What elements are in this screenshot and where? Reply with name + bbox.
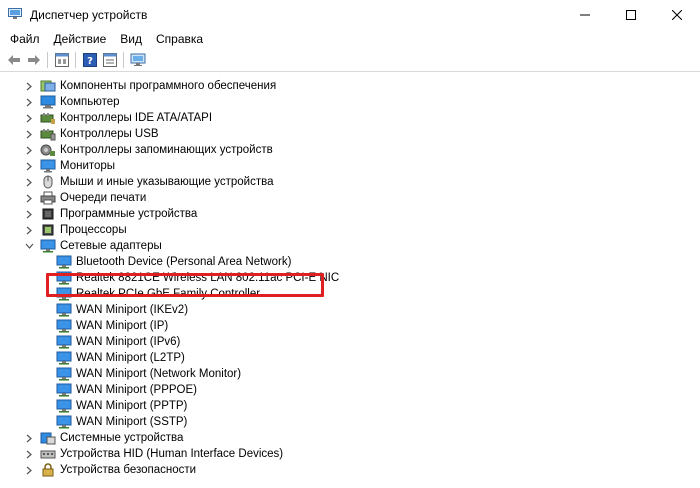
- chevron-right-icon[interactable]: [24, 190, 34, 206]
- network-adapter-icon: [56, 414, 72, 430]
- tree-category-computer[interactable]: Компьютер: [24, 94, 120, 110]
- chevron-right-icon[interactable]: [24, 222, 34, 238]
- software-device-icon: [40, 206, 56, 222]
- network-adapter-icon: [56, 350, 72, 366]
- chevron-right-icon[interactable]: [24, 94, 34, 110]
- toolbar-separator: [47, 52, 48, 68]
- properties-icon[interactable]: [54, 52, 70, 68]
- forward-icon[interactable]: [26, 52, 42, 68]
- network-adapter-icon: [56, 254, 72, 270]
- network-adapter-icon: [56, 302, 72, 318]
- tree-category-usb-controllers[interactable]: Контроллеры USB: [24, 126, 159, 142]
- chevron-down-icon[interactable]: [24, 238, 34, 254]
- minimize-button[interactable]: [562, 0, 608, 30]
- system-device-icon: [40, 430, 56, 446]
- chevron-right-icon[interactable]: [24, 158, 34, 174]
- svg-text:?: ?: [87, 56, 93, 67]
- toolbar-separator: [123, 52, 124, 68]
- menu-help[interactable]: Справка: [150, 30, 209, 48]
- highlight-box: [46, 273, 324, 297]
- title-bar[interactable]: Диспетчер устройств: [0, 0, 700, 30]
- network-adapter-icon: [56, 334, 72, 350]
- tree-item-network-adapter[interactable]: WAN Miniport (IPv6): [56, 334, 180, 350]
- storage-controller-icon: [40, 142, 56, 158]
- view-icon[interactable]: [102, 52, 118, 68]
- menu-file[interactable]: Файл: [4, 30, 46, 48]
- tree-category-ide-controllers[interactable]: Контроллеры IDE ATA/ATAPI: [24, 110, 212, 126]
- chevron-right-icon[interactable]: [24, 206, 34, 222]
- device-manager-window: Диспетчер устройств Файл Действие Вид Сп…: [0, 0, 700, 488]
- tree-category-mice[interactable]: Мыши и иные указывающие устройства: [24, 174, 274, 190]
- tree-category-software-components[interactable]: Компоненты программного обеспечения: [24, 78, 276, 94]
- tree-item-network-adapter[interactable]: WAN Miniport (PPTP): [56, 398, 187, 414]
- security-device-icon: [40, 462, 56, 478]
- tree-item-network-adapter[interactable]: Bluetooth Device (Personal Area Network): [56, 254, 291, 270]
- chevron-right-icon[interactable]: [24, 126, 34, 142]
- device-manager-app-icon: [8, 8, 22, 20]
- menu-bar: Файл Действие Вид Справка: [0, 30, 700, 48]
- computer-icon: [40, 94, 56, 110]
- network-adapter-icon: [56, 366, 72, 382]
- tree-item-network-adapter[interactable]: WAN Miniport (IP): [56, 318, 168, 334]
- monitor-icon: [40, 158, 56, 174]
- tree-item-network-adapter[interactable]: WAN Miniport (L2TP): [56, 350, 185, 366]
- toolbar-separator: [75, 52, 76, 68]
- tree-item-network-adapter[interactable]: WAN Miniport (SSTP): [56, 414, 187, 430]
- tree-item-network-adapter[interactable]: WAN Miniport (Network Monitor): [56, 366, 241, 382]
- maximize-button[interactable]: [608, 0, 654, 30]
- chevron-right-icon[interactable]: [24, 430, 34, 446]
- chevron-right-icon[interactable]: [24, 462, 34, 478]
- device-tree: Компоненты программного обеспечения Комп…: [0, 77, 700, 488]
- tree-category-storage-controllers[interactable]: Контроллеры запоминающих устройств: [24, 142, 273, 158]
- tree-item-network-adapter[interactable]: WAN Miniport (IKEv2): [56, 302, 188, 318]
- tree-category-print-queues[interactable]: Очереди печати: [24, 190, 146, 206]
- network-adapter-icon: [40, 238, 56, 254]
- network-adapter-icon: [56, 382, 72, 398]
- menu-action[interactable]: Действие: [48, 30, 113, 48]
- tree-category-monitors[interactable]: Мониторы: [24, 158, 115, 174]
- monitor-scan-icon[interactable]: [130, 52, 146, 68]
- tree-category-software-devices[interactable]: Программные устройства: [24, 206, 197, 222]
- chevron-right-icon[interactable]: [24, 110, 34, 126]
- tree-item-network-adapter[interactable]: WAN Miniport (PPPOE): [56, 382, 197, 398]
- tree-category-security-devices[interactable]: Устройства безопасности: [24, 462, 196, 478]
- chevron-right-icon[interactable]: [24, 142, 34, 158]
- printer-icon: [40, 190, 56, 206]
- software-components-icon: [40, 78, 56, 94]
- chevron-right-icon[interactable]: [24, 446, 34, 462]
- tree-category-system-devices[interactable]: Системные устройства: [24, 430, 183, 446]
- network-adapter-icon: [56, 318, 72, 334]
- chevron-right-icon[interactable]: [24, 174, 34, 190]
- processor-icon: [40, 222, 56, 238]
- toolbar: ?: [0, 49, 700, 72]
- ide-controller-icon: [40, 110, 56, 126]
- tree-category-hid[interactable]: Устройства HID (Human Interface Devices): [24, 446, 283, 462]
- close-button[interactable]: [654, 0, 700, 30]
- network-adapter-icon: [56, 398, 72, 414]
- hid-icon: [40, 446, 56, 462]
- usb-controller-icon: [40, 126, 56, 142]
- tree-category-processors[interactable]: Процессоры: [24, 222, 127, 238]
- window-title: Диспетчер устройств: [30, 8, 148, 22]
- menu-view[interactable]: Вид: [114, 30, 148, 48]
- tree-category-network-adapters[interactable]: Сетевые адаптеры: [24, 238, 162, 254]
- help-icon[interactable]: ?: [82, 52, 98, 68]
- back-icon[interactable]: [6, 52, 22, 68]
- mouse-icon: [40, 174, 56, 190]
- chevron-right-icon[interactable]: [24, 78, 34, 94]
